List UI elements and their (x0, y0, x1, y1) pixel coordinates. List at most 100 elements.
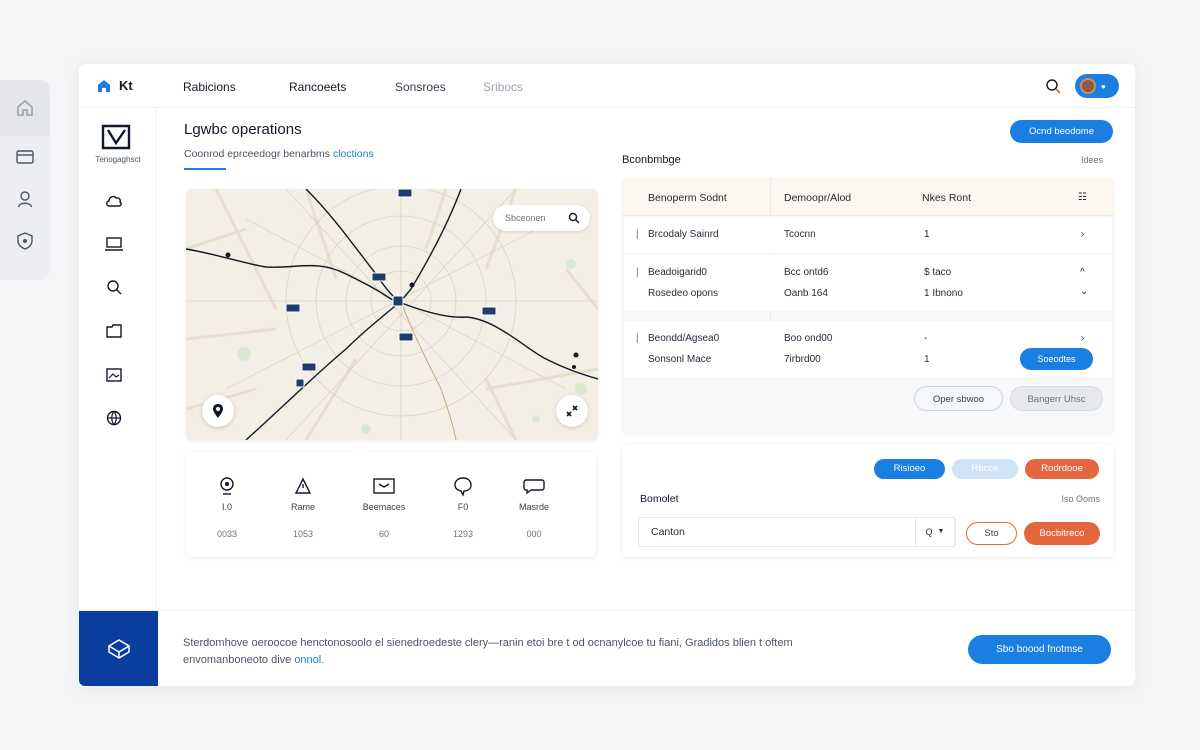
logo-caption: Tenogaghsct (95, 155, 141, 164)
section-meta: Idees (1081, 155, 1104, 165)
brand[interactable]: Kt (97, 78, 133, 93)
location-pin-icon (213, 404, 223, 418)
stat-label: Rame (290, 502, 315, 512)
stats-panel: I.0 0033 Rame 1053 Beemaces 60 F0 1293 M… (186, 452, 596, 557)
page-title: Lgwbc operations (184, 121, 302, 138)
stat-label: Masrde (518, 502, 549, 512)
sidebar: Tenogaghsct (79, 108, 157, 686)
row-name: Rosedeo opons (648, 288, 719, 299)
row-detail: Oanb 164 (784, 288, 828, 299)
chevron-down-icon: ● (1101, 81, 1106, 91)
sidebar-item-search[interactable] (104, 277, 124, 297)
outer-card[interactable] (0, 136, 50, 178)
row-collapse-icon[interactable]: ^ (1080, 267, 1085, 278)
nav-item-4[interactable]: Sribocs (483, 80, 523, 94)
muted-button[interactable]: Bangerr Uhsc (1010, 386, 1103, 411)
table-row-group[interactable]: | Beadoigarid0 Bcc ontd6 $ taco ^ Rosede… (624, 255, 1112, 311)
sidebar-item-device[interactable] (104, 234, 124, 254)
column-header[interactable]: Benoperm Sodnt (648, 192, 727, 204)
row-chevron-icon[interactable]: › (1081, 229, 1084, 240)
user-menu[interactable]: ● (1075, 74, 1119, 98)
avatar (1080, 78, 1096, 94)
nav-item-3[interactable]: Sonsroes (395, 80, 483, 94)
shield-icon (17, 232, 33, 250)
footer-banner: Sterdomhove oeroocoe henctonosoolo el si… (79, 610, 1135, 686)
row-detail: 7irbrd00 (784, 354, 821, 365)
row-name: Sonsonl Mace (648, 354, 712, 365)
home-icon (17, 99, 33, 116)
nav-item-1[interactable]: Rabicions (183, 80, 289, 94)
stat-item[interactable]: Beemaces 60 (343, 452, 425, 539)
filter-meta: Iso Ooms (1061, 494, 1100, 504)
filter-submit-button[interactable]: Bocbitreco (1024, 522, 1100, 545)
map-search-icon[interactable] (568, 205, 580, 231)
folder-icon (106, 324, 122, 338)
row-marker: | (636, 229, 639, 240)
table-row-group[interactable]: | Beondd/Agsea0 Boo ond00 - › Sonsonl Ma… (624, 321, 1112, 377)
page-subtitle-link[interactable]: cloctions (333, 148, 374, 160)
top-bar: Kt Rabicions Rancoeets Sonsroes Sribocs … (79, 64, 1135, 108)
row-marker: | (636, 267, 639, 278)
row-expand-icon[interactable]: ⌄ (1080, 286, 1088, 297)
top-right-controls: ● (1045, 74, 1119, 98)
chat-bubble-icon (454, 477, 472, 496)
table-row[interactable]: | Brcodaly Sainrd Tcocnn 1 › (624, 217, 1112, 253)
outer-user[interactable] (0, 178, 50, 220)
row-action-button[interactable]: Soeodtes (1020, 348, 1093, 370)
footer-badge (79, 611, 158, 686)
filter-outline-button[interactable]: Sto (966, 522, 1017, 545)
row-name: Beondd/Agsea0 (648, 333, 720, 344)
package-icon (107, 639, 130, 659)
outer-shield[interactable] (0, 220, 50, 262)
stat-item[interactable]: Rame 1053 (262, 452, 344, 539)
card-icon (16, 150, 34, 164)
stat-item[interactable]: I.0 0033 (186, 452, 268, 539)
stat-item[interactable]: F0 1293 (422, 452, 504, 539)
outer-home[interactable] (0, 80, 50, 136)
outer-rail (0, 80, 50, 280)
sidebar-item-folder[interactable] (104, 321, 124, 341)
sidebar-item-globe[interactable] (104, 408, 124, 428)
row-value: - (924, 333, 928, 344)
map-locate-button[interactable] (202, 395, 234, 427)
message-icon (523, 479, 545, 494)
expand-icon (566, 405, 578, 417)
row-detail: Bcc ontd6 (784, 267, 829, 278)
filter-blue-button[interactable]: Risioeo (874, 459, 945, 479)
filter-select[interactable]: Q ▼ (915, 517, 955, 547)
row-chevron-icon[interactable]: › (1081, 333, 1084, 344)
filter-input[interactable]: Canton Q ▼ (638, 517, 956, 547)
outline-button[interactable]: Oper sbwoo (914, 386, 1003, 411)
column-header[interactable]: Nkes Ront (922, 192, 971, 204)
brand-logo-icon (98, 79, 110, 92)
stat-value: 1293 (452, 529, 474, 539)
image-icon (106, 368, 122, 382)
map-view[interactable]: Sbceonen (186, 189, 598, 440)
primary-action-button[interactable]: Ocnd beodome (1010, 120, 1113, 143)
notification-icon[interactable] (1045, 78, 1061, 94)
columns-menu-icon[interactable]: ☷ (1078, 192, 1087, 203)
filter-panel: Risioeo Rbcce Rodrdooe Bomolet Iso Ooms … (622, 444, 1114, 557)
stat-value: 60 (378, 529, 389, 539)
stat-value: 1053 (292, 529, 314, 539)
sidebar-item-image[interactable] (104, 365, 124, 385)
row-value: 1 (924, 229, 930, 240)
warning-icon (294, 477, 312, 494)
filter-red-button[interactable]: Rodrdooe (1025, 459, 1099, 479)
map-search[interactable]: Sbceonen (493, 205, 590, 231)
search-icon (107, 280, 122, 295)
stat-value: 0033 (216, 529, 238, 539)
filter-input-value: Canton (651, 526, 685, 538)
stat-item[interactable]: Masrde 000 (493, 452, 575, 539)
column-header[interactable]: Demoopr/Alod (784, 192, 851, 204)
row-value: 1 (924, 354, 930, 365)
nav-item-2[interactable]: Rancoeets (289, 80, 395, 94)
footer-cta-button[interactable]: Sbo boood fnotmse (968, 635, 1111, 664)
footer-link[interactable]: onnol. (294, 654, 324, 666)
filter-light-button[interactable]: Rbcce (952, 459, 1018, 479)
top-nav: Rabicions Rancoeets Sonsroes Sribocs (183, 80, 523, 94)
app-window: Kt Rabicions Rancoeets Sonsroes Sribocs … (79, 64, 1135, 686)
sidebar-item-cloud[interactable] (104, 191, 124, 211)
map-expand-button[interactable] (556, 395, 588, 427)
row-name: Brcodaly Sainrd (648, 229, 719, 240)
